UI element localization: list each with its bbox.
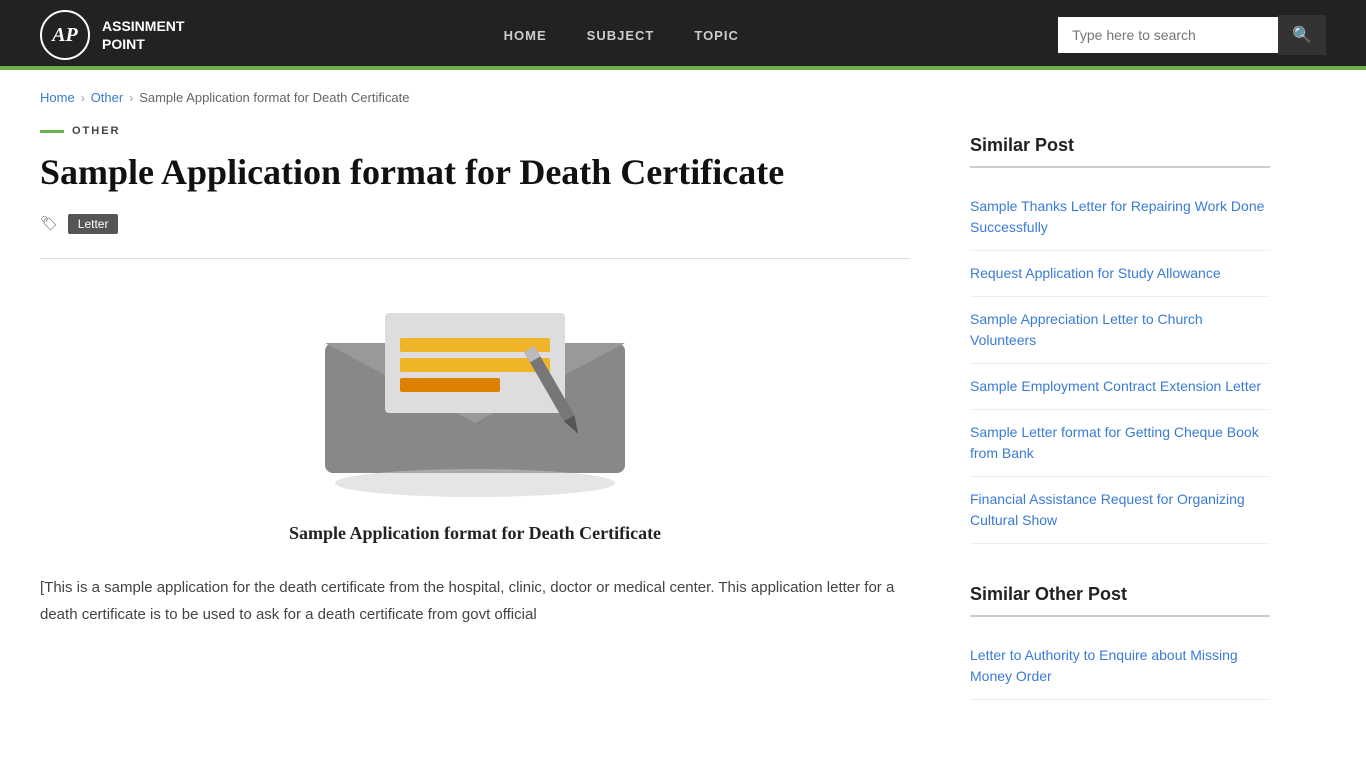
sidebar-link-5[interactable]: Sample Letter format for Getting Cheque … <box>970 410 1270 477</box>
sidebar-link-3[interactable]: Sample Appreciation Letter to Church Vol… <box>970 297 1270 364</box>
logo-text: ASSINMENT POINT <box>102 17 184 53</box>
sidebar: Similar Post Sample Thanks Letter for Re… <box>970 125 1270 740</box>
article-body: [This is a sample application for the de… <box>40 574 910 628</box>
article-featured-image <box>265 283 685 513</box>
nav-home[interactable]: HOME <box>504 28 547 43</box>
tag-icon: 🏷 <box>40 216 58 233</box>
search-area: 🔍 <box>1058 15 1326 55</box>
article-body-text: [This is a sample application for the de… <box>40 574 910 628</box>
divider <box>40 258 910 259</box>
logo-initials: AP <box>52 24 78 47</box>
breadcrumb-sep-1: › <box>81 91 85 105</box>
sidebar-similar-other-section: Similar Other Post Letter to Authority t… <box>970 584 1270 700</box>
sidebar-other-link-1[interactable]: Letter to Authority to Enquire about Mis… <box>970 633 1270 700</box>
logo-icon: AP <box>40 10 90 60</box>
breadcrumb-other[interactable]: Other <box>91 90 124 105</box>
logo-line1: ASSINMENT <box>102 17 184 35</box>
category-text: OTHER <box>72 125 121 137</box>
sidebar-link-4[interactable]: Sample Employment Contract Extension Let… <box>970 364 1270 410</box>
search-button[interactable]: 🔍 <box>1278 15 1326 55</box>
sidebar-similar-other-title: Similar Other Post <box>970 584 1270 617</box>
category-label: OTHER <box>40 125 910 137</box>
sidebar-similar-post-title: Similar Post <box>970 135 1270 168</box>
sidebar-link-6[interactable]: Financial Assistance Request for Organiz… <box>970 477 1270 544</box>
logo-area: AP ASSINMENT POINT <box>40 10 184 60</box>
sidebar-link-1[interactable]: Sample Thanks Letter for Repairing Work … <box>970 184 1270 251</box>
article-title: Sample Application format for Death Cert… <box>40 151 910 194</box>
sidebar-similar-post-section: Similar Post Sample Thanks Letter for Re… <box>970 135 1270 544</box>
tag-area: 🏷 Letter <box>40 214 910 234</box>
breadcrumb-sep-2: › <box>129 91 133 105</box>
nav-topic[interactable]: TOPIC <box>694 28 739 43</box>
main-layout: OTHER Sample Application format for Deat… <box>0 125 1366 780</box>
breadcrumb: Home › Other › Sample Application format… <box>0 70 1366 125</box>
search-input[interactable] <box>1058 17 1278 53</box>
category-dash <box>40 130 64 133</box>
tag-badge: Letter <box>68 214 119 234</box>
search-icon: 🔍 <box>1292 27 1312 44</box>
image-caption: Sample Application format for Death Cert… <box>40 523 910 544</box>
breadcrumb-home[interactable]: Home <box>40 90 75 105</box>
logo-line2: POINT <box>102 35 184 53</box>
breadcrumb-current: Sample Application format for Death Cert… <box>139 90 409 105</box>
sidebar-link-2[interactable]: Request Application for Study Allowance <box>970 251 1270 297</box>
site-header: AP ASSINMENT POINT HOME SUBJECT TOPIC 🔍 <box>0 0 1366 70</box>
nav-subject[interactable]: SUBJECT <box>587 28 655 43</box>
article: OTHER Sample Application format for Deat… <box>40 125 910 740</box>
main-nav: HOME SUBJECT TOPIC <box>504 28 739 43</box>
